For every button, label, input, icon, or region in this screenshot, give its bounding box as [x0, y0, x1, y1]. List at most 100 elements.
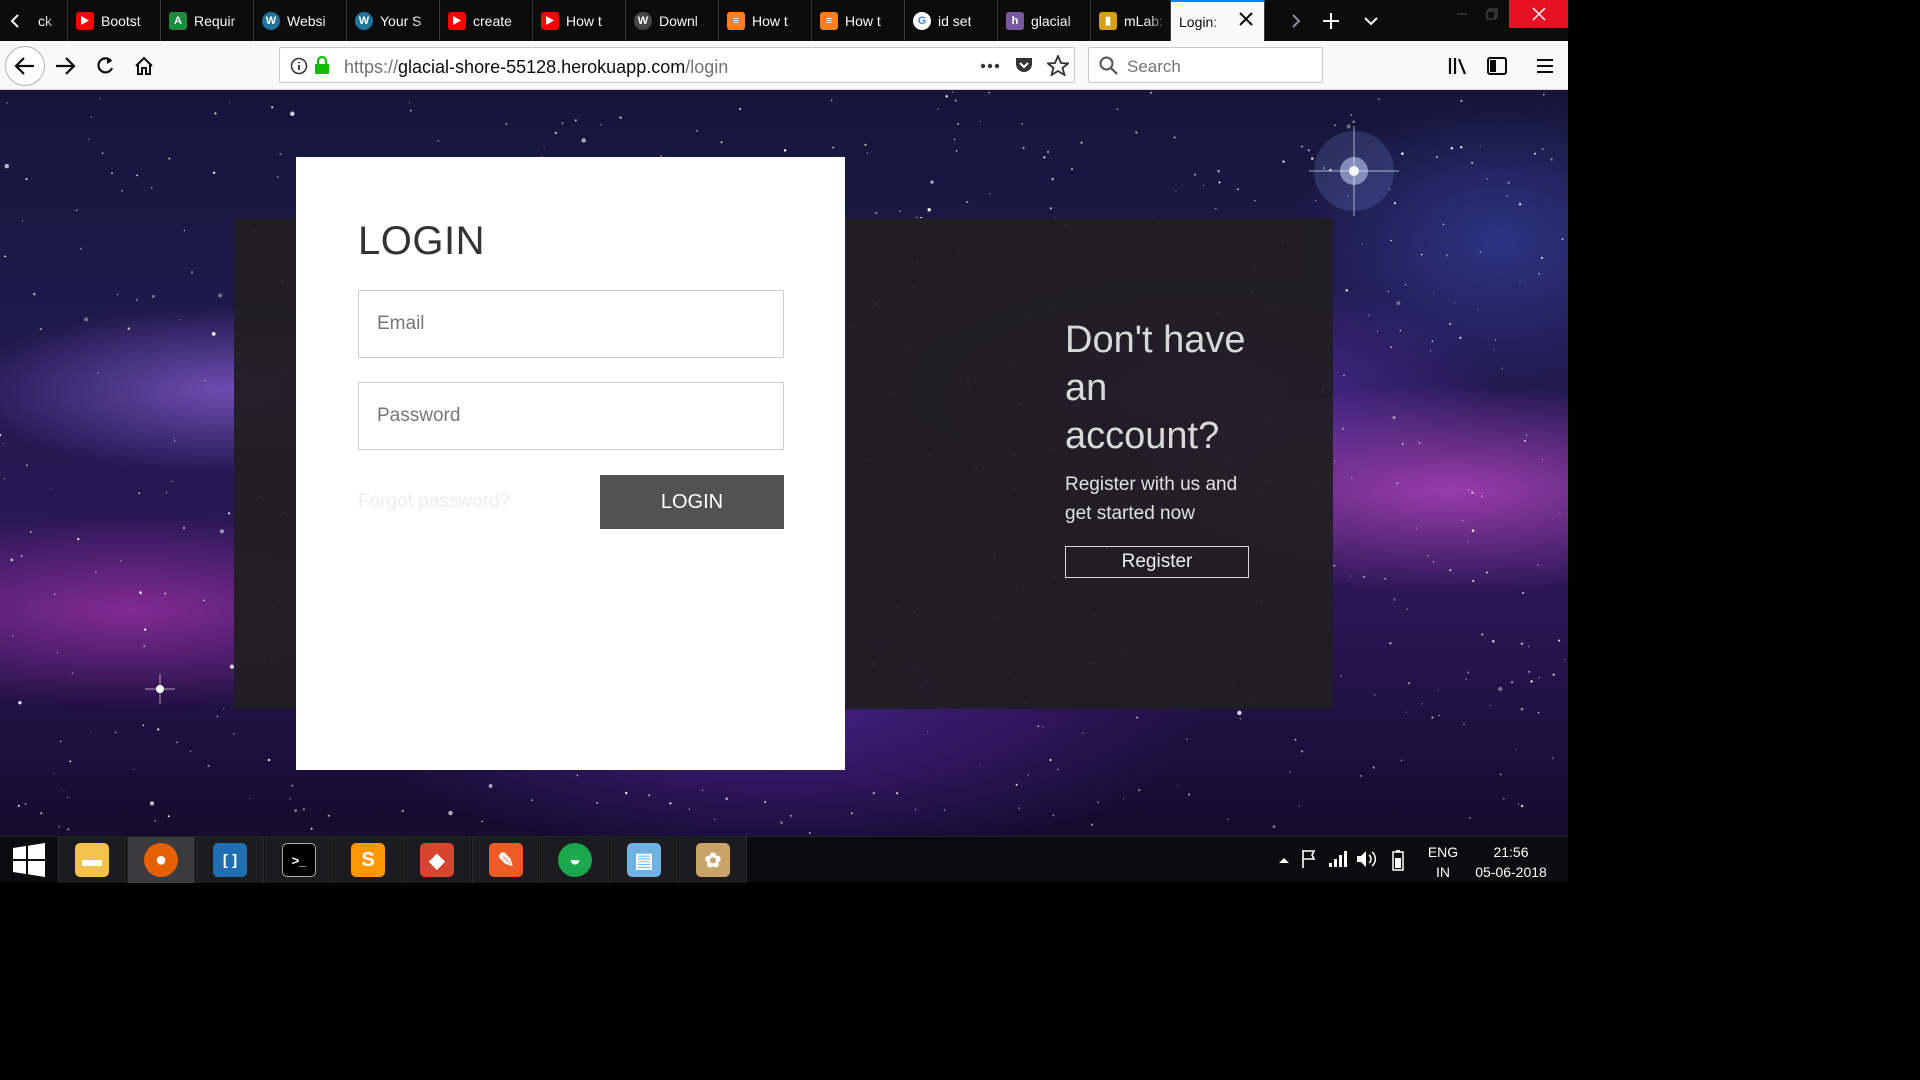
- clock[interactable]: 21:56 05-06-2018: [1471, 842, 1551, 882]
- stackoverflow-icon: ≡: [820, 11, 838, 30]
- home-button[interactable]: [124, 46, 164, 86]
- plus-icon: [1323, 12, 1339, 29]
- close-tab-icon[interactable]: [1238, 11, 1254, 27]
- minimize-button[interactable]: [1448, 0, 1476, 28]
- notepad-icon: ▤: [627, 843, 661, 877]
- browser-tab[interactable]: W Websi: [254, 0, 347, 41]
- paint-icon: ✿: [696, 843, 730, 877]
- sidebar-toggle-button[interactable]: [1477, 46, 1517, 86]
- wordpress-icon: W: [262, 11, 280, 30]
- page-actions-icon[interactable]: [980, 63, 1000, 69]
- url-text[interactable]: https://glacial-shore-55128.herokuapp.co…: [344, 57, 728, 78]
- browser-tab[interactable]: Bootst: [68, 0, 161, 41]
- network-signal-icon[interactable]: [1328, 849, 1348, 869]
- wordpress-icon: W: [634, 11, 652, 30]
- taskbar-app-sublime-text[interactable]: S: [334, 837, 402, 883]
- library-button[interactable]: [1438, 46, 1478, 86]
- tab-title-fade: [1066, 0, 1090, 41]
- forgot-password-link[interactable]: Forgot password?: [358, 491, 510, 513]
- bookmark-star-icon[interactable]: [1047, 55, 1069, 76]
- browser-tab[interactable]: Gid set: [905, 0, 998, 41]
- taskbar-app-git-gui[interactable]: ◆: [403, 837, 471, 883]
- browser-tab[interactable]: A Requir: [161, 0, 254, 41]
- volume-icon[interactable]: [1356, 849, 1378, 869]
- scroll-tabs-right-button[interactable]: [1281, 0, 1311, 41]
- info-icon[interactable]: [290, 57, 308, 75]
- start-button[interactable]: [0, 837, 58, 883]
- tab-title-fade: [508, 0, 532, 41]
- search-bar[interactable]: Search: [1088, 47, 1323, 83]
- taskbar-app-notepad[interactable]: ▤: [610, 837, 678, 883]
- show-hidden-icons-icon[interactable]: [1278, 856, 1290, 864]
- taskbar-app-firefox[interactable]: ●: [127, 837, 195, 883]
- email-field[interactable]: [358, 290, 784, 358]
- tab-title-fade: [601, 0, 625, 41]
- back-button[interactable]: [5, 46, 45, 86]
- close-icon: [1531, 7, 1546, 21]
- taskbar-app-brackets[interactable]: [ ]: [196, 837, 264, 883]
- robomongo-icon: ◒: [558, 843, 592, 877]
- reload-icon: [97, 57, 114, 74]
- arrow-right-icon: [56, 57, 76, 75]
- taskbar-app-command-prompt[interactable]: >_: [265, 837, 333, 883]
- postman-icon: ✎: [489, 843, 523, 877]
- tab-title: How t: [845, 12, 881, 29]
- input-language-indicator[interactable]: ENG IN: [1425, 842, 1461, 882]
- password-field[interactable]: [358, 382, 784, 450]
- tab-title: Downl: [659, 12, 698, 29]
- browser-tab[interactable]: h glacial: [998, 0, 1091, 41]
- new-tab-button[interactable]: [1316, 0, 1346, 41]
- browser-tab[interactable]: W Downl: [626, 0, 719, 41]
- taskbar-app-file-explorer[interactable]: ▬: [58, 837, 126, 883]
- stackoverflow-icon: ≡: [727, 11, 745, 30]
- sublime-icon: S: [351, 843, 385, 877]
- action-center-flag-icon[interactable]: [1300, 849, 1320, 869]
- tab-title-fade: [1210, 2, 1234, 41]
- restore-button[interactable]: [1478, 0, 1506, 28]
- url-host: glacial-shore-55128.herokuapp.com: [398, 57, 686, 77]
- browser-tab[interactable]: ≡ How t: [719, 0, 812, 41]
- browser-tab[interactable]: ≡ How t: [812, 0, 905, 41]
- lock-icon[interactable]: [314, 56, 330, 75]
- region-code: IN: [1436, 864, 1450, 880]
- heroku-icon: h: [1006, 11, 1024, 30]
- tab-title-fade: [322, 0, 346, 41]
- browser-tab[interactable]: create: [440, 0, 533, 41]
- browser-tab[interactable]: Login:: [1171, 0, 1265, 41]
- minimize-icon: [1457, 13, 1467, 15]
- terminal-icon: >_: [282, 843, 316, 877]
- wordpress-icon: W: [355, 11, 373, 30]
- reload-button[interactable]: [85, 46, 125, 86]
- tab-title: create: [473, 12, 512, 29]
- taskbar-app-robomongo[interactable]: ◒: [541, 837, 609, 883]
- clock-time: 21:56: [1493, 844, 1529, 860]
- brackets-icon: [ ]: [213, 843, 247, 877]
- tab-title-fade: [694, 0, 718, 41]
- forward-button[interactable]: [45, 46, 85, 86]
- battery-icon[interactable]: [1388, 849, 1408, 871]
- windows-taskbar: ▬ ● [ ] >_ S ◆ ✎ ◒ ▤ ✿ ENG IN 21:56 05-06-2018: [0, 836, 1568, 883]
- list-all-tabs-button[interactable]: [1356, 0, 1386, 41]
- folder-icon: ▬: [75, 843, 109, 877]
- home-icon: [135, 56, 153, 75]
- menu-button[interactable]: [1525, 46, 1565, 86]
- register-prompt: Don't have an account? Register with us …: [1065, 316, 1265, 528]
- register-button[interactable]: Register: [1065, 546, 1249, 578]
- taskbar-app-postman[interactable]: ✎: [472, 837, 540, 883]
- firefox-icon: ●: [144, 843, 178, 877]
- url-bar[interactable]: https://glacial-shore-55128.herokuapp.co…: [279, 47, 1075, 83]
- scroll-tabs-left-button[interactable]: [0, 0, 30, 41]
- tab-title: id set: [938, 12, 972, 29]
- clock-date: 05-06-2018: [1475, 864, 1547, 880]
- browser-tab[interactable]: W Your S: [347, 0, 440, 41]
- tab-list: ck Bootst ARequir W Websi WYour S create How t W…: [30, 0, 1265, 41]
- taskbar-app-paint[interactable]: ✿: [679, 837, 747, 883]
- tab-title-fade: [1146, 0, 1170, 41]
- web-page-content: LOGIN Forgot password? LOGIN Don't have …: [0, 90, 1568, 836]
- browser-tab[interactable]: ck: [30, 0, 68, 41]
- browser-tab[interactable]: How t: [533, 0, 626, 41]
- pocket-icon[interactable]: [1014, 56, 1034, 75]
- close-window-button[interactable]: [1509, 0, 1568, 28]
- login-button[interactable]: LOGIN: [600, 475, 784, 529]
- browser-tab[interactable]: ▮ mLab:: [1091, 0, 1171, 41]
